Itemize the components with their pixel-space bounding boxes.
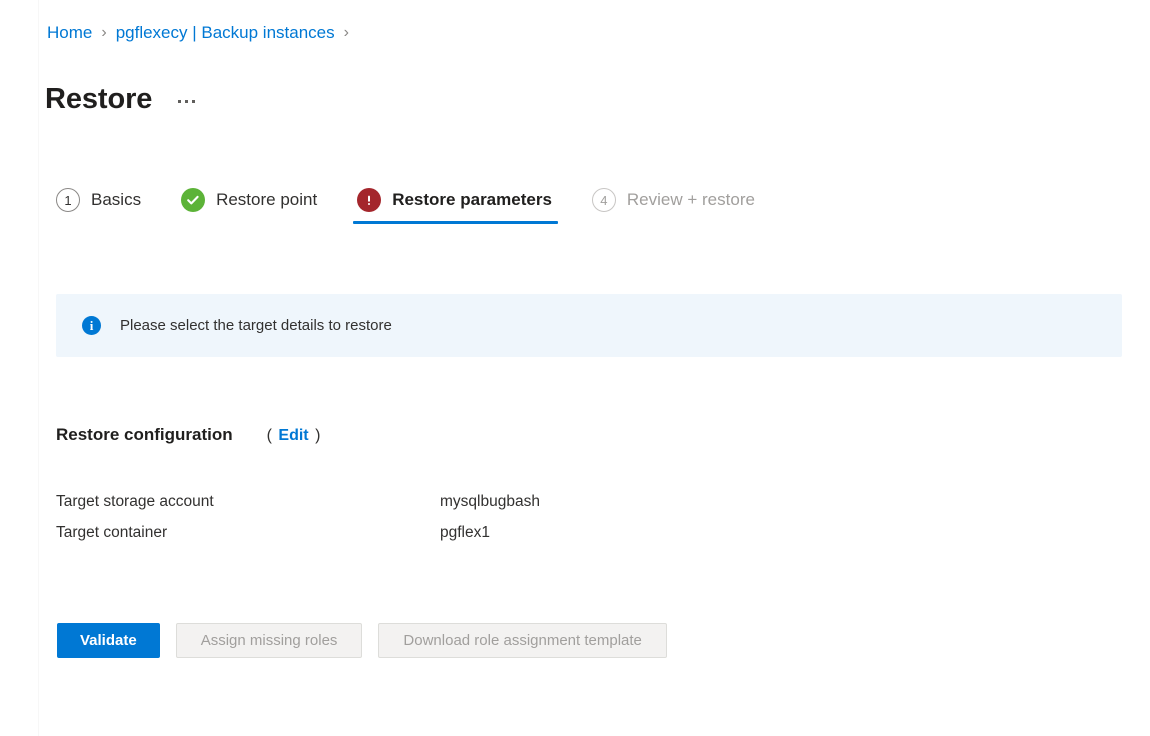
section-title: Restore configuration (56, 425, 233, 444)
more-options-icon[interactable] (174, 90, 199, 109)
paren-open: ( (266, 427, 272, 444)
restore-configuration-header: Restore configuration ( Edit ) (56, 424, 320, 447)
breadcrumb-item-home[interactable]: Home (47, 22, 92, 44)
error-circle-icon (357, 188, 382, 212)
step-underline (177, 221, 323, 224)
step-underline (588, 221, 761, 224)
info-banner-message: Please select the target details to rest… (120, 316, 392, 334)
breadcrumb-separator-icon: › (101, 24, 107, 41)
wizard-step-restore-point[interactable]: Restore point (177, 186, 323, 224)
wizard-step-restore-parameters[interactable]: Restore parameters (353, 186, 558, 224)
step-underline (52, 221, 147, 224)
blade-left-divider (38, 0, 39, 736)
breadcrumb-separator-icon: › (343, 24, 349, 41)
check-circle-icon (181, 188, 206, 212)
wizard-step-basics[interactable]: 1 Basics (52, 186, 147, 224)
info-icon: i (82, 316, 101, 335)
detail-row-target-storage-account: Target storage account mysqlbugbash (56, 492, 856, 523)
wizard-step-label: Restore parameters (392, 190, 552, 209)
assign-missing-roles-button: Assign missing roles (175, 623, 363, 658)
action-button-bar: Validate Assign missing roles Download r… (57, 623, 667, 658)
wizard-step-review-restore: 4 Review + restore (588, 186, 761, 224)
detail-value: mysqlbugbash (440, 493, 540, 510)
ellipsis-dot (178, 99, 182, 103)
page-title: Restore (45, 83, 153, 116)
detail-value: pgflex1 (440, 524, 490, 541)
detail-label: Target container (56, 524, 168, 541)
detail-label: Target storage account (56, 493, 214, 510)
detail-row-target-container: Target container pgflex1 (56, 523, 856, 554)
wizard-step-label: Basics (91, 190, 142, 209)
number-circle-icon: 1 (56, 188, 80, 212)
paren-close: ) (315, 427, 321, 444)
wizard-step-label: Review + restore (626, 190, 755, 209)
restore-blade: Home › pgflexecy | Backup instances › Re… (0, 0, 1150, 736)
info-banner: i Please select the target details to re… (56, 294, 1122, 357)
ellipsis-dot (192, 99, 196, 103)
ellipsis-dot (185, 99, 189, 103)
download-role-assignment-template-button: Download role assignment template (378, 623, 667, 658)
step-underline-active (353, 221, 558, 224)
edit-link[interactable]: Edit (278, 427, 308, 444)
breadcrumb-item-backup-instances[interactable]: pgflexecy | Backup instances (116, 22, 335, 44)
number-circle-icon: 4 (591, 188, 616, 212)
step-number: 4 (600, 192, 608, 208)
step-number: 1 (64, 192, 72, 208)
wizard-steps: 1 Basics Restore point Restore parameter… (52, 186, 791, 224)
restore-configuration-details: Target storage account mysqlbugbash Targ… (56, 492, 856, 554)
validate-button[interactable]: Validate (57, 623, 160, 658)
edit-link-wrapper: ( Edit ) (267, 425, 321, 447)
breadcrumb: Home › pgflexecy | Backup instances › (47, 22, 358, 44)
wizard-step-label: Restore point (216, 190, 318, 209)
page-header: Restore (45, 62, 199, 137)
